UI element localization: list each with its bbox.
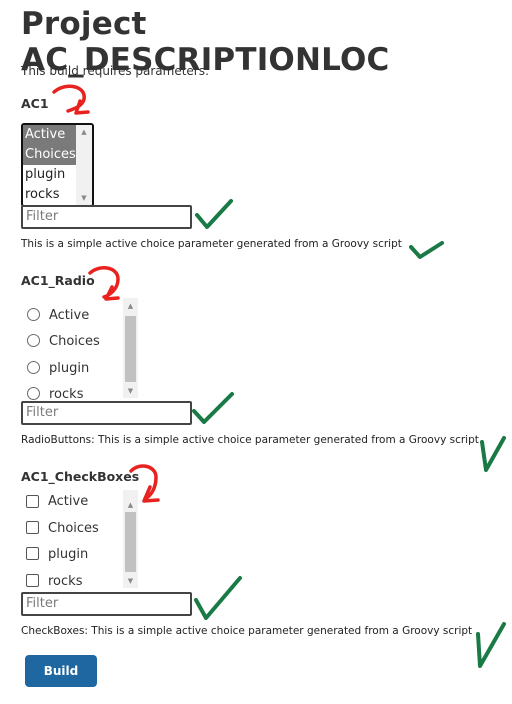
radio-label: rocks — [49, 387, 84, 402]
red-arrow-icon — [88, 266, 120, 301]
intro-text: This build requires parameters: — [21, 64, 210, 78]
red-arrow-icon — [129, 464, 160, 503]
checkbox-label: Active — [48, 494, 89, 509]
ac1-description: This is a simple active choice parameter… — [21, 238, 402, 250]
radio-button[interactable] — [27, 361, 40, 374]
build-button[interactable]: Build — [25, 655, 97, 687]
checkbox-label: Choices — [48, 521, 99, 536]
checkbox[interactable] — [26, 521, 39, 534]
radio-label: plugin — [49, 361, 90, 376]
ac1-radio-description: RadioButtons: This is a simple active ch… — [21, 434, 479, 446]
radio-button[interactable] — [27, 387, 40, 400]
param-name-ac1-checkboxes: AC1_CheckBoxes — [21, 469, 140, 484]
scroll-thumb[interactable] — [125, 316, 136, 382]
radio-button[interactable] — [27, 334, 40, 347]
ac1-multiselect[interactable]: Active Choices plugin rocks ▲ ▼ — [21, 123, 94, 207]
ac1-checkboxes-description: CheckBoxes: This is a simple active choi… — [21, 625, 473, 637]
scroll-up-icon[interactable]: ▲ — [76, 128, 92, 136]
green-check-icon — [409, 241, 444, 259]
radio-button[interactable] — [27, 308, 40, 321]
green-check-icon — [194, 576, 242, 620]
green-check-icon — [480, 436, 506, 472]
scroll-thumb[interactable] — [125, 512, 136, 572]
checkbox-label: plugin — [48, 547, 89, 562]
checkbox-label: rocks — [48, 574, 83, 589]
ac1-radio-group: Active Choices plugin rocks ▲ ▼ — [21, 298, 141, 402]
scroll-down-icon[interactable]: ▼ — [123, 387, 138, 395]
red-arrow-icon — [52, 84, 90, 115]
ac1-checkbox-group: Active Choices plugin rocks ▲ ▼ — [21, 490, 141, 589]
checkbox[interactable] — [26, 495, 39, 508]
radio-label: Choices — [49, 334, 100, 349]
checkbox[interactable] — [26, 574, 39, 587]
scroll-down-icon[interactable]: ▼ — [76, 194, 92, 202]
scroll-down-icon[interactable]: ▼ — [123, 577, 138, 585]
ac1-checkboxes-filter-input[interactable]: Filter — [21, 592, 192, 616]
ac1-radio-filter-input[interactable]: Filter — [21, 401, 192, 425]
checkbox[interactable] — [26, 547, 39, 560]
ac1-filter-input[interactable]: Filter — [21, 205, 192, 229]
green-check-icon — [192, 392, 234, 424]
param-name-ac1: AC1 — [21, 96, 49, 111]
radio-label: Active — [49, 308, 90, 323]
param-name-ac1-radio: AC1_Radio — [21, 273, 95, 288]
green-check-icon — [195, 199, 233, 229]
scrollbar[interactable]: ▲ ▼ — [76, 125, 92, 205]
green-check-icon — [476, 622, 506, 668]
scrollbar[interactable]: ▲ ▼ — [123, 298, 138, 398]
